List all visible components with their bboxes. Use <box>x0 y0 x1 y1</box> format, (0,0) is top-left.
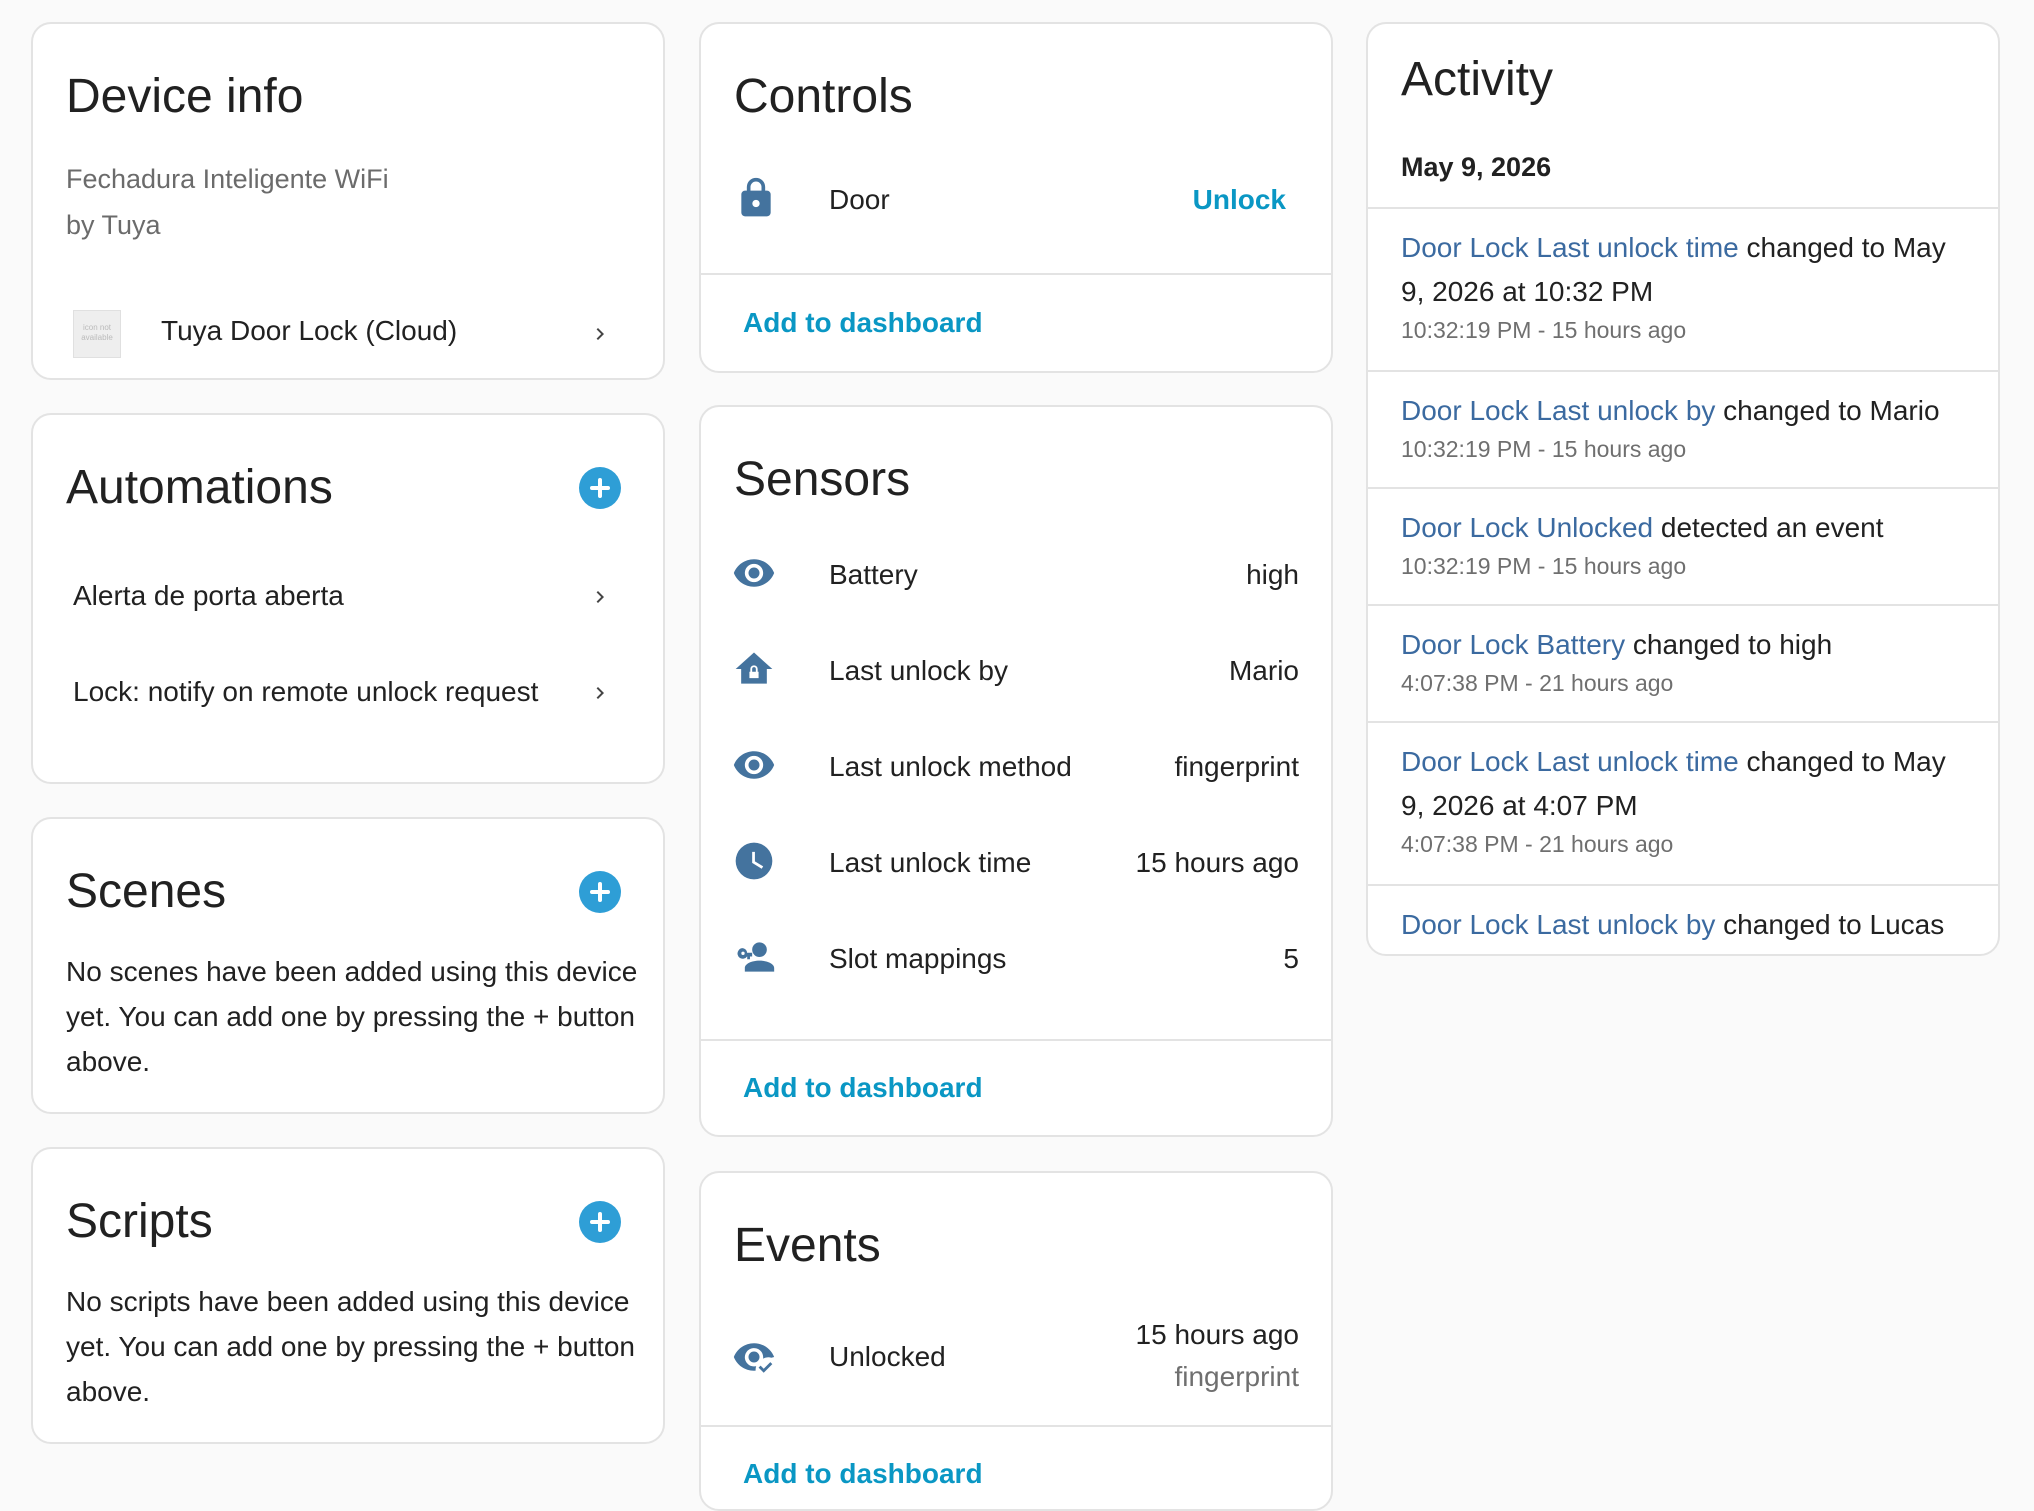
activity-item: Door Lock Last unlock by changed to Mari… <box>1368 372 1998 488</box>
sensor-row-last-unlock-method[interactable]: Last unlock method fingerprint <box>701 729 1331 799</box>
automation-item[interactable]: Lock: notify on remote unlock request <box>33 661 663 731</box>
activity-entry-text: Door Lock Last unlock by changed to Mari… <box>1401 389 1971 433</box>
activity-entry-text: Door Lock Last unlock time changed to Ma… <box>1401 740 1971 828</box>
integration-name: Tuya Door Lock (Cloud) <box>161 315 458 346</box>
card-title: Device info <box>66 70 304 123</box>
device-manufacturer: by Tuya <box>66 210 161 240</box>
activity-card: Activity May 9, 2026 Door Lock Last unlo… <box>1366 22 2000 956</box>
activity-entity-link[interactable]: Door Lock Unlocked <box>1401 512 1653 543</box>
activity-time: 10:32:19 PM - 15 hours ago <box>1401 317 1687 343</box>
event-detail: fingerprint <box>1174 1361 1299 1392</box>
integration-icon: icon not available <box>73 310 121 358</box>
event-row-unlocked[interactable]: Unlocked 15 hours ago fingerprint <box>701 1303 1331 1413</box>
activity-time: 10:32:19 PM - 15 hours ago <box>1401 553 1687 579</box>
automations-card: Automations Alerta de porta aberta Lock:… <box>31 413 665 784</box>
activity-time: 10:32:19 PM - 15 hours ago <box>1401 436 1687 462</box>
controls-card: Controls Door Unlock Add to dashboard <box>699 22 1333 373</box>
chevron-right-icon <box>596 687 604 699</box>
card-title: Events <box>734 1219 881 1272</box>
card-title: Activity <box>1401 53 1554 106</box>
sensor-label: Battery <box>829 559 918 590</box>
device-info-card: Device info Fechadura Inteligente WiFi b… <box>31 22 665 380</box>
activity-entity-link[interactable]: Door Lock Last unlock time <box>1401 746 1739 777</box>
sensor-value: 15 hours ago <box>1135 847 1299 878</box>
activity-item: Door Lock Last unlock by changed to Luca… <box>1368 886 1998 954</box>
activity-message: changed to high <box>1625 629 1833 660</box>
activity-item: Door Lock Last unlock time changed to Ma… <box>1368 209 1998 370</box>
sensor-row-last-unlock-by[interactable]: Last unlock by Mario <box>701 633 1331 703</box>
eye-icon <box>733 751 775 779</box>
activity-entity-link[interactable]: Door Lock Last unlock time <box>1401 232 1739 263</box>
activity-entity-link[interactable]: Door Lock Last unlock by <box>1401 395 1715 426</box>
add-to-dashboard-button[interactable]: Add to dashboard <box>743 1458 983 1490</box>
lock-icon <box>741 177 771 217</box>
activity-entry-text: Door Lock Last unlock by changed to Luca… <box>1401 903 1971 947</box>
account-key-icon <box>737 942 775 972</box>
card-title: Controls <box>734 70 913 123</box>
card-title: Sensors <box>734 453 911 506</box>
scenes-card: Scenes No scenes have been added using t… <box>31 817 665 1114</box>
chevron-right-icon <box>596 328 604 340</box>
activity-item: Door Lock Unlocked detected an event 10:… <box>1368 489 1998 605</box>
integration-link[interactable]: icon not available Tuya Door Lock (Cloud… <box>33 304 663 374</box>
eye-icon <box>733 559 775 587</box>
activity-entry-text: Door Lock Battery changed to high <box>1401 623 1971 667</box>
sensor-label: Last unlock time <box>829 847 1032 878</box>
sensor-label: Slot mappings <box>829 943 1007 974</box>
divider <box>701 1425 1331 1427</box>
activity-item: Door Lock Battery changed to high 4:07:3… <box>1368 606 1998 722</box>
activity-entry-text: Door Lock Unlocked detected an event <box>1401 506 1971 550</box>
events-card: Events Unlocked 15 hours ago fingerprint… <box>699 1171 1333 1511</box>
scripts-card: Scripts No scripts have been added using… <box>31 1147 665 1444</box>
card-title: Scripts <box>66 1195 213 1248</box>
unlock-button[interactable]: Unlock <box>1193 184 1286 216</box>
activity-time: 4:07:38 PM - 21 hours ago <box>1401 670 1674 696</box>
event-time: 15 hours ago <box>1135 1319 1299 1350</box>
home-lock-icon <box>735 652 773 684</box>
event-label: Unlocked <box>829 1341 946 1372</box>
sensor-row-slot-mappings[interactable]: Slot mappings 5 <box>701 921 1331 991</box>
add-to-dashboard-button[interactable]: Add to dashboard <box>743 1072 983 1104</box>
sensors-card: Sensors Battery high Last unlock by Mari… <box>699 405 1333 1137</box>
automation-label: Lock: notify on remote unlock request <box>73 676 539 707</box>
add-automation-button[interactable] <box>579 467 621 509</box>
divider <box>701 1039 1331 1041</box>
divider <box>701 273 1331 275</box>
activity-message: changed to Lucas <box>1715 909 1945 940</box>
scripts-empty-text: No scripts have been added using this de… <box>66 1286 635 1407</box>
scenes-empty-text: No scenes have been added using this dev… <box>66 956 638 1077</box>
activity-message: changed to Mario <box>1715 395 1940 426</box>
card-title: Automations <box>66 461 333 514</box>
sensor-label: Last unlock by <box>829 655 1008 686</box>
activity-entity-link[interactable]: Door Lock Last unlock by <box>1401 909 1715 940</box>
activity-message: detected an event <box>1653 512 1884 543</box>
sensor-row-battery[interactable]: Battery high <box>701 537 1331 607</box>
add-scene-button[interactable] <box>579 871 621 913</box>
clock-icon <box>735 842 773 880</box>
sensor-label: Last unlock method <box>829 751 1072 782</box>
sensor-value: 5 <box>1283 943 1299 974</box>
add-to-dashboard-button[interactable]: Add to dashboard <box>743 307 983 339</box>
chevron-right-icon <box>596 591 604 603</box>
add-script-button[interactable] <box>579 1201 621 1243</box>
automation-label: Alerta de porta aberta <box>73 580 344 611</box>
activity-date: May 9, 2026 <box>1401 152 1552 182</box>
activity-item: Door Lock Last unlock time changed to Ma… <box>1368 723 1998 884</box>
sensor-value: high <box>1246 559 1299 590</box>
eye-check-icon <box>733 1343 775 1373</box>
card-title: Scenes <box>66 865 227 918</box>
automation-item[interactable]: Alerta de porta aberta <box>33 565 663 635</box>
activity-entity-link[interactable]: Door Lock Battery <box>1401 629 1625 660</box>
activity-time: 4:07:38 PM - 21 hours ago <box>1401 831 1674 857</box>
device-model: Fechadura Inteligente WiFi <box>66 164 389 194</box>
sensor-row-last-unlock-time[interactable]: Last unlock time 15 hours ago <box>701 825 1331 895</box>
activity-entry-text: Door Lock Last unlock time changed to Ma… <box>1401 226 1971 314</box>
door-label: Door <box>829 184 890 215</box>
sensor-value: Mario <box>1228 655 1299 686</box>
sensor-value: fingerprint <box>1174 751 1299 782</box>
